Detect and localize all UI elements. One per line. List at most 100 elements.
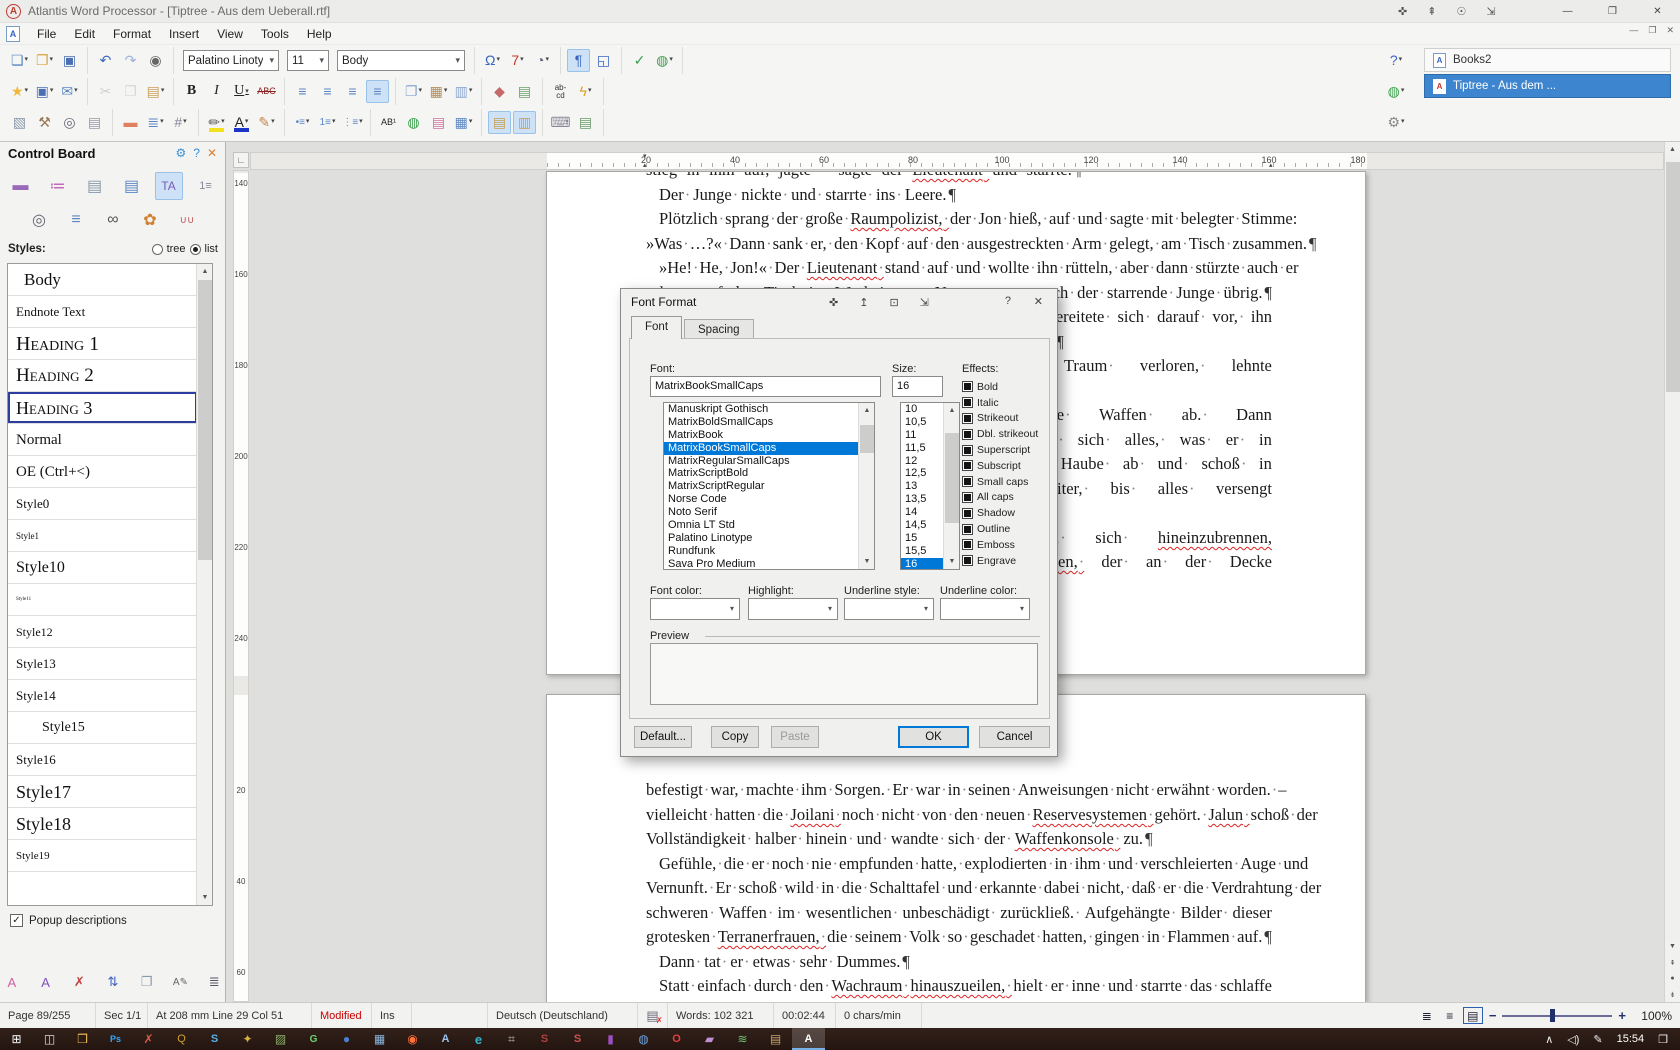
blue-app-icon[interactable]: ● (330, 1028, 363, 1050)
effect-checkbox[interactable]: Superscript (962, 442, 1050, 458)
spellcheck-icon[interactable]: ✓ (628, 49, 651, 72)
winrar-icon[interactable]: ▤ (759, 1028, 792, 1050)
menu-file[interactable]: File (28, 24, 65, 44)
font-family-combo[interactable]: Palatino Linoty▾ (183, 50, 279, 71)
align-right-icon[interactable]: ≡ (341, 80, 364, 103)
fonts-panel-icon[interactable]: TA (155, 172, 183, 200)
style-pink-icon[interactable]: A (0, 970, 24, 994)
style-copy-icon[interactable]: ❐ (135, 970, 159, 994)
effect-checkbox[interactable]: Shadow (962, 505, 1050, 521)
language-check-icon[interactable]: ◍▾ (653, 49, 676, 72)
style-item[interactable]: Style0 (8, 488, 197, 520)
dialog-pin-icon[interactable]: ✜ (829, 296, 838, 309)
doc-restore-button[interactable]: ❐ (1648, 25, 1656, 36)
font-list-item[interactable]: Manuskript Gothisch (664, 403, 874, 416)
ruled-document-icon[interactable]: ▤ (118, 172, 146, 200)
list-styles-icon[interactable]: ≔ (44, 172, 72, 200)
dialog-help-icon[interactable]: ? (1005, 295, 1011, 307)
tab-spacing[interactable]: Spacing (684, 319, 754, 339)
time-icon[interactable]: ◔▾ (531, 49, 554, 72)
dialog-resize-icon[interactable]: ⇲ (920, 296, 929, 309)
hyperlink-icon[interactable]: ◍ (402, 111, 425, 134)
effect-checkbox[interactable]: Italic (962, 395, 1050, 411)
italic-icon[interactable]: I (205, 80, 228, 103)
media-app-icon[interactable]: ▰ (693, 1028, 726, 1050)
atlantis-icon[interactable]: A (429, 1028, 462, 1050)
ok-button[interactable]: OK (898, 726, 969, 748)
tray-chevron-icon[interactable]: ∧ (1545, 1033, 1553, 1046)
copy-button[interactable]: Copy (711, 726, 759, 748)
underline-icon[interactable]: U▾ (230, 80, 253, 103)
tree-radio[interactable] (152, 244, 163, 255)
print-preview-icon[interactable]: ◎ (58, 111, 81, 134)
zoom-out-button[interactable]: − (1489, 1008, 1497, 1023)
style-edit-icon[interactable]: A✎ (169, 970, 193, 994)
effect-checkbox[interactable]: Small caps (962, 474, 1050, 490)
zoom-percent[interactable]: 100% (1632, 1009, 1672, 1023)
effect-checkbox[interactable]: Outline (962, 521, 1050, 537)
cb-help-icon[interactable]: ? (193, 146, 200, 160)
doc-minimize-button[interactable]: — (1629, 25, 1638, 36)
file-explorer-icon[interactable]: ❒ (66, 1028, 99, 1050)
scroll-up-icon[interactable]: ▲ (859, 403, 875, 418)
table-icon[interactable]: ▦▾ (452, 111, 475, 134)
save-icon[interactable]: ▣ (58, 49, 81, 72)
web-view-icon[interactable]: ≡ (1440, 1007, 1460, 1024)
font-list-scrollbar[interactable]: ▲ ▼ (858, 403, 874, 569)
purple-door-icon[interactable]: ▮ (594, 1028, 627, 1050)
zoom-in-button[interactable]: + (1618, 1008, 1626, 1023)
menu-tools[interactable]: Tools (252, 24, 298, 44)
pin-icon[interactable]: ✜ (1398, 5, 1407, 18)
style-update-icon[interactable]: ⇅ (101, 970, 125, 994)
left-indent-marker[interactable]: ▴ (643, 161, 647, 169)
scrollbar-thumb[interactable] (860, 425, 874, 453)
gc-app-icon[interactable]: G (297, 1028, 330, 1050)
font-list-item[interactable]: Rundfunk (664, 545, 874, 558)
style-item[interactable]: Style14 (8, 680, 197, 712)
scroll-down-icon[interactable]: ▼ (197, 890, 213, 905)
doc-close-button[interactable]: ✕ (1666, 25, 1674, 36)
effect-checkbox[interactable]: Dbl. strikeout (962, 426, 1050, 442)
font-list-item[interactable]: Noto Serif (664, 506, 874, 519)
outline-panel-icon[interactable]: 1≡ (192, 172, 220, 200)
style-item[interactable]: Style10 (8, 552, 197, 584)
popout-icon[interactable]: ⇲ (1486, 5, 1495, 18)
draft-view-icon[interactable]: ≣ (1417, 1007, 1437, 1024)
font-list-item[interactable]: MatrixRegularSmallCaps (664, 455, 874, 468)
style-list-icon[interactable]: ≣ (202, 970, 226, 994)
pen-input-icon[interactable]: ✎ (1593, 1033, 1602, 1046)
copy-page-icon[interactable]: ❐▾ (402, 80, 425, 103)
app-red-x-icon[interactable]: ✗ (132, 1028, 165, 1050)
font-list-item[interactable]: Palatino Linotype (664, 532, 874, 545)
status-words[interactable]: Words: 102 321 (668, 1003, 774, 1028)
style-item[interactable]: Heading 3 (8, 392, 197, 424)
autocorrect-icon[interactable]: ϟ▾ (574, 80, 597, 103)
notification-center-icon[interactable]: ❒ (1658, 1033, 1668, 1046)
autotext-icon[interactable]: ▤ (574, 111, 597, 134)
effect-checkbox[interactable]: Subscript (962, 458, 1050, 474)
save-special-icon[interactable]: ▣▾ (33, 80, 56, 103)
numbering-icon[interactable]: 1≡▾ (316, 111, 339, 134)
font-list-item[interactable]: MatrixScriptBold (664, 467, 874, 480)
start-button[interactable]: ⊞ (0, 1028, 33, 1050)
font-list-item[interactable]: MatrixScriptRegular (664, 480, 874, 493)
zoom-slider-thumb[interactable] (1550, 1009, 1555, 1022)
find-icon[interactable]: ◉ (144, 49, 167, 72)
menu-edit[interactable]: Edit (65, 24, 104, 44)
print-layout-view-icon[interactable]: ▤ (1463, 1007, 1483, 1024)
open-document-icon[interactable]: ❐▾ (33, 49, 56, 72)
scroll-down-icon[interactable]: ▼ (944, 554, 960, 569)
menu-view[interactable]: View (208, 24, 252, 44)
photos-app-icon[interactable]: ▦ (363, 1028, 396, 1050)
s-red-icon[interactable]: S (561, 1028, 594, 1050)
options-gears-icon[interactable]: ⚙▾ (1385, 111, 1408, 134)
style-item[interactable]: Style17 (8, 776, 197, 808)
palette-panel-icon[interactable]: ✿ (136, 206, 164, 234)
scrollbar-thumb[interactable] (1666, 162, 1680, 392)
dialog-rollup-icon[interactable]: ↥ (859, 296, 868, 309)
tray-clock[interactable]: 15:54 (1617, 1033, 1645, 1045)
size-input[interactable]: 16 (892, 376, 943, 397)
vertical-ruler-icon[interactable]: ▥ (513, 111, 536, 134)
photoshop-icon[interactable]: Ps (99, 1028, 132, 1050)
underline-color-dropdown[interactable] (940, 598, 1030, 620)
